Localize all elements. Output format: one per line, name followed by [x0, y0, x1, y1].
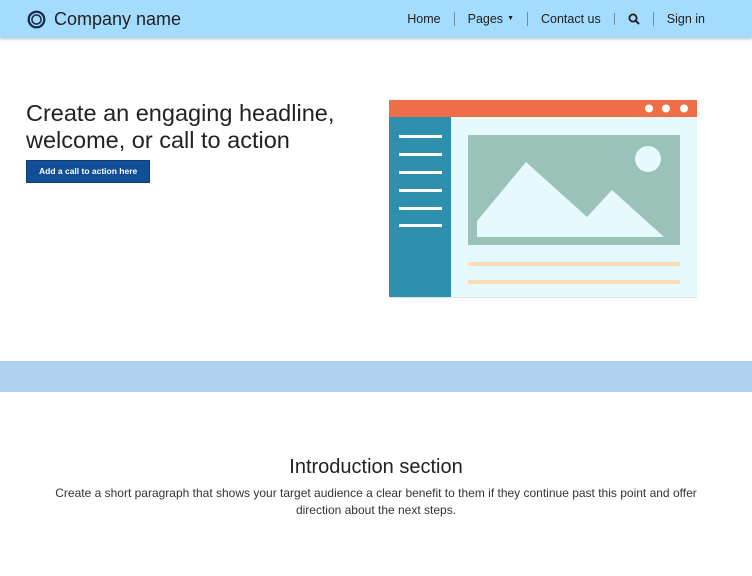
nav-pages-label: Pages — [467, 12, 504, 26]
hero-section: Create an engaging headline, welcome, or… — [26, 100, 366, 183]
brand-name: Company name — [54, 8, 182, 29]
intro-title: Introduction section — [289, 456, 463, 478]
top-navbar: Company name Home Pages ▼ Contact us Sig… — [0, 0, 752, 38]
brand[interactable]: Company name — [27, 0, 181, 38]
company-logo-icon — [27, 10, 46, 28]
main-nav: Home Pages ▼ Contact us Sign in — [394, 0, 718, 38]
hero-headline: Create an engaging headline, welcome, or… — [26, 100, 335, 153]
cta-button[interactable]: Add a call to action here — [26, 160, 151, 183]
intro-section: Introduction section Create a short para… — [0, 455, 752, 519]
nav-contact-link[interactable]: Contact us — [527, 12, 614, 26]
section-divider-band — [0, 361, 752, 392]
caret-down-icon: ▼ — [507, 15, 514, 22]
search-button[interactable] — [613, 13, 653, 25]
hero-illustration — [389, 100, 697, 298]
nav-pages-dropdown[interactable]: Pages ▼ — [453, 12, 527, 26]
intro-paragraph: Create a short paragraph that shows your… — [55, 486, 697, 517]
nav-signin-link[interactable]: Sign in — [652, 12, 718, 26]
nav-home-link[interactable]: Home — [394, 12, 453, 26]
search-icon — [628, 13, 640, 25]
